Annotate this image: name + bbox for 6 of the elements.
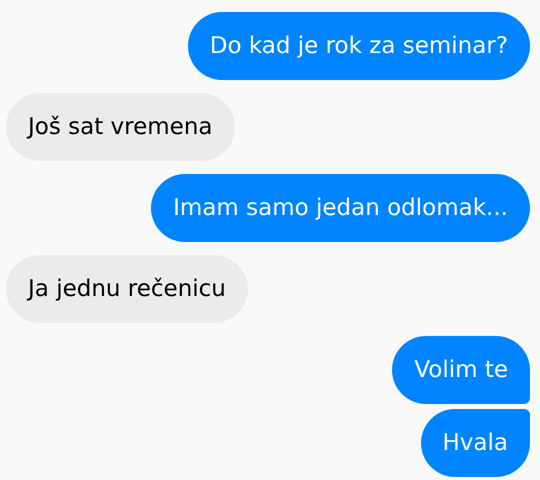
sent-message: Hvala: [420, 409, 530, 477]
received-message: Ja jednu rečenicu: [6, 255, 248, 323]
received-message: Još sat vremena: [6, 93, 234, 161]
sent-message: Imam samo jedan odlomak...: [151, 174, 530, 242]
sent-message: Do kad je rok za seminar?: [188, 12, 530, 80]
sent-message: Volim te: [392, 336, 530, 404]
